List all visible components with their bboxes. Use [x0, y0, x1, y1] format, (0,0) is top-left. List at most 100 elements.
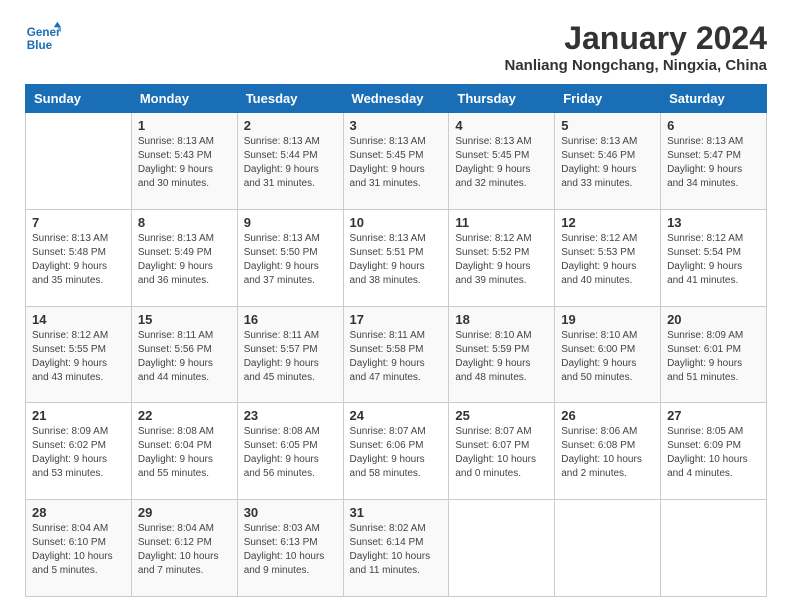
cell-day-number: 23 [244, 408, 337, 423]
cell-info: Sunrise: 8:12 AM Sunset: 5:52 PM Dayligh… [455, 232, 548, 288]
cell-day-number: 19 [561, 312, 654, 327]
calendar-cell: 6 Sunrise: 8:13 AM Sunset: 5:47 PM Daylig… [661, 113, 767, 210]
col-friday: Friday [555, 85, 661, 113]
calendar-cell: 10 Sunrise: 8:13 AM Sunset: 5:51 PM Dayli… [343, 209, 449, 306]
cell-info: Sunrise: 8:13 AM Sunset: 5:51 PM Dayligh… [350, 232, 443, 288]
calendar-cell: 9 Sunrise: 8:13 AM Sunset: 5:50 PM Daylig… [237, 209, 343, 306]
calendar-cell: 15 Sunrise: 8:11 AM Sunset: 5:56 PM Dayli… [131, 306, 237, 403]
calendar-week-row-5: 28 Sunrise: 8:04 AM Sunset: 6:10 PM Dayli… [26, 500, 767, 597]
header: General Blue January 2024 Nanliang Nongc… [25, 20, 767, 74]
cell-day-number: 16 [244, 312, 337, 327]
calendar-cell: 13 Sunrise: 8:12 AM Sunset: 5:54 PM Dayli… [661, 209, 767, 306]
cell-info: Sunrise: 8:12 AM Sunset: 5:54 PM Dayligh… [667, 232, 760, 288]
cell-info: Sunrise: 8:13 AM Sunset: 5:43 PM Dayligh… [138, 135, 231, 191]
cell-day-number: 17 [350, 312, 443, 327]
cell-day-number: 24 [350, 408, 443, 423]
cell-info: Sunrise: 8:13 AM Sunset: 5:47 PM Dayligh… [667, 135, 760, 191]
calendar-cell: 2Sunrise: 8:13 AM Sunset: 5:44 PM Daylig… [237, 113, 343, 210]
cell-info: Sunrise: 8:11 AM Sunset: 5:58 PM Dayligh… [350, 329, 443, 385]
calendar-cell: 25 Sunrise: 8:07 AM Sunset: 6:07 PM Dayli… [449, 403, 555, 500]
cell-day-number: 31 [350, 505, 443, 520]
calendar-cell: 7Sunrise: 8:13 AM Sunset: 5:48 PM Daylig… [26, 209, 132, 306]
cell-info: Sunrise: 8:04 AM Sunset: 6:10 PM Dayligh… [32, 522, 125, 578]
svg-text:Blue: Blue [27, 39, 53, 52]
calendar-page: General Blue January 2024 Nanliang Nongc… [0, 0, 792, 612]
cell-info: Sunrise: 8:07 AM Sunset: 6:06 PM Dayligh… [350, 425, 443, 481]
cell-day-number: 4 [455, 118, 548, 133]
calendar-cell: 28 Sunrise: 8:04 AM Sunset: 6:10 PM Dayli… [26, 500, 132, 597]
cell-day-number: 18 [455, 312, 548, 327]
cell-info: Sunrise: 8:11 AM Sunset: 5:56 PM Dayligh… [138, 329, 231, 385]
col-tuesday: Tuesday [237, 85, 343, 113]
col-wednesday: Wednesday [343, 85, 449, 113]
cell-info: Sunrise: 8:13 AM Sunset: 5:49 PM Dayligh… [138, 232, 231, 288]
calendar-cell: 12 Sunrise: 8:12 AM Sunset: 5:53 PM Dayli… [555, 209, 661, 306]
calendar-cell [449, 500, 555, 597]
calendar-cell: 20Sunrise: 8:09 AM Sunset: 6:01 PM Dayli… [661, 306, 767, 403]
cell-info: Sunrise: 8:03 AM Sunset: 6:13 PM Dayligh… [244, 522, 337, 578]
calendar-cell: 22Sunrise: 8:08 AM Sunset: 6:04 PM Dayli… [131, 403, 237, 500]
calendar-cell: 11Sunrise: 8:12 AM Sunset: 5:52 PM Dayli… [449, 209, 555, 306]
calendar-cell: 4 Sunrise: 8:13 AM Sunset: 5:45 PM Daylig… [449, 113, 555, 210]
calendar-header-row: Sunday Monday Tuesday Wednesday Thursday… [26, 85, 767, 113]
cell-info: Sunrise: 8:04 AM Sunset: 6:12 PM Dayligh… [138, 522, 231, 578]
cell-day-number: 2 [244, 118, 337, 133]
cell-day-number: 21 [32, 408, 125, 423]
logo-icon: General Blue [25, 20, 61, 56]
cell-info: Sunrise: 8:13 AM Sunset: 5:48 PM Dayligh… [32, 232, 125, 288]
cell-day-number: 6 [667, 118, 760, 133]
cell-info: Sunrise: 8:09 AM Sunset: 6:01 PM Dayligh… [667, 329, 760, 385]
calendar-week-row-2: 7Sunrise: 8:13 AM Sunset: 5:48 PM Daylig… [26, 209, 767, 306]
cell-info: Sunrise: 8:05 AM Sunset: 6:09 PM Dayligh… [667, 425, 760, 481]
cell-info: Sunrise: 8:10 AM Sunset: 5:59 PM Dayligh… [455, 329, 548, 385]
month-title: January 2024 [504, 20, 767, 57]
calendar-cell: 31 Sunrise: 8:02 AM Sunset: 6:14 PM Dayli… [343, 500, 449, 597]
cell-day-number: 27 [667, 408, 760, 423]
cell-info: Sunrise: 8:13 AM Sunset: 5:45 PM Dayligh… [455, 135, 548, 191]
cell-day-number: 5 [561, 118, 654, 133]
cell-day-number: 3 [350, 118, 443, 133]
calendar-week-row-1: 1 Sunrise: 8:13 AM Sunset: 5:43 PM Daylig… [26, 113, 767, 210]
col-sunday: Sunday [26, 85, 132, 113]
calendar-cell: 19Sunrise: 8:10 AM Sunset: 6:00 PM Dayli… [555, 306, 661, 403]
cell-info: Sunrise: 8:11 AM Sunset: 5:57 PM Dayligh… [244, 329, 337, 385]
cell-day-number: 13 [667, 215, 760, 230]
calendar-week-row-4: 21 Sunrise: 8:09 AM Sunset: 6:02 PM Dayli… [26, 403, 767, 500]
col-monday: Monday [131, 85, 237, 113]
calendar-cell: 23 Sunrise: 8:08 AM Sunset: 6:05 PM Dayli… [237, 403, 343, 500]
cell-day-number: 8 [138, 215, 231, 230]
calendar-table: Sunday Monday Tuesday Wednesday Thursday… [25, 84, 767, 597]
cell-day-number: 1 [138, 118, 231, 133]
cell-day-number: 25 [455, 408, 548, 423]
cell-day-number: 10 [350, 215, 443, 230]
calendar-cell [661, 500, 767, 597]
calendar-cell: 14 Sunrise: 8:12 AM Sunset: 5:55 PM Dayli… [26, 306, 132, 403]
calendar-cell: 1 Sunrise: 8:13 AM Sunset: 5:43 PM Daylig… [131, 113, 237, 210]
cell-info: Sunrise: 8:12 AM Sunset: 5:55 PM Dayligh… [32, 329, 125, 385]
cell-info: Sunrise: 8:08 AM Sunset: 6:05 PM Dayligh… [244, 425, 337, 481]
calendar-cell: 24 Sunrise: 8:07 AM Sunset: 6:06 PM Dayli… [343, 403, 449, 500]
cell-info: Sunrise: 8:13 AM Sunset: 5:45 PM Dayligh… [350, 135, 443, 191]
cell-info: Sunrise: 8:06 AM Sunset: 6:08 PM Dayligh… [561, 425, 654, 481]
calendar-cell: 8 Sunrise: 8:13 AM Sunset: 5:49 PM Daylig… [131, 209, 237, 306]
calendar-cell [555, 500, 661, 597]
col-thursday: Thursday [449, 85, 555, 113]
cell-day-number: 26 [561, 408, 654, 423]
cell-info: Sunrise: 8:13 AM Sunset: 5:50 PM Dayligh… [244, 232, 337, 288]
cell-day-number: 29 [138, 505, 231, 520]
calendar-cell [26, 113, 132, 210]
cell-day-number: 15 [138, 312, 231, 327]
cell-info: Sunrise: 8:09 AM Sunset: 6:02 PM Dayligh… [32, 425, 125, 481]
cell-info: Sunrise: 8:07 AM Sunset: 6:07 PM Dayligh… [455, 425, 548, 481]
cell-day-number: 12 [561, 215, 654, 230]
calendar-cell: 26 Sunrise: 8:06 AM Sunset: 6:08 PM Dayli… [555, 403, 661, 500]
cell-day-number: 14 [32, 312, 125, 327]
cell-info: Sunrise: 8:12 AM Sunset: 5:53 PM Dayligh… [561, 232, 654, 288]
cell-info: Sunrise: 8:02 AM Sunset: 6:14 PM Dayligh… [350, 522, 443, 578]
calendar-cell: 27 Sunrise: 8:05 AM Sunset: 6:09 PM Dayli… [661, 403, 767, 500]
calendar-cell: 16 Sunrise: 8:11 AM Sunset: 5:57 PM Dayli… [237, 306, 343, 403]
cell-day-number: 9 [244, 215, 337, 230]
cell-day-number: 28 [32, 505, 125, 520]
calendar-cell: 5Sunrise: 8:13 AM Sunset: 5:46 PM Daylig… [555, 113, 661, 210]
col-saturday: Saturday [661, 85, 767, 113]
